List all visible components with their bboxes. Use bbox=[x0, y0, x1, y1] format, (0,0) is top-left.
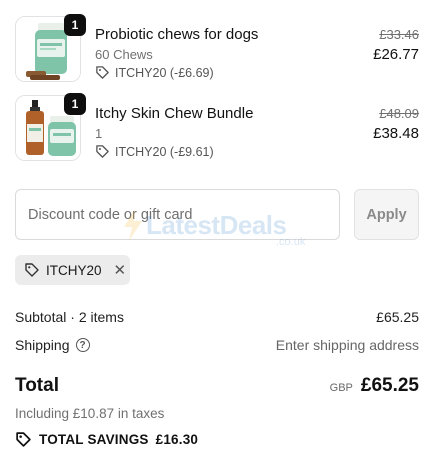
shipping-value: Enter shipping address bbox=[275, 337, 419, 353]
savings-label: TOTAL SAVINGS bbox=[39, 432, 149, 447]
applied-code-text: ITCHY20 bbox=[46, 262, 102, 278]
final-price: £26.77 bbox=[373, 46, 419, 63]
currency-code: GBP bbox=[329, 382, 353, 394]
quantity-badge: 1 bbox=[64, 14, 86, 36]
product-name: Probiotic chews for dogs bbox=[95, 26, 259, 43]
total-value: £65.25 bbox=[360, 375, 419, 396]
subtotal-value: £65.25 bbox=[376, 309, 419, 325]
product-name: Itchy Skin Chew Bundle bbox=[95, 105, 254, 122]
line-item: 1 Probiotic chews for dogs 60 Chews ITCH… bbox=[0, 14, 432, 86]
line-item: 1 Itchy Skin Chew Bundle 1 ITCHY20 (-£9.… bbox=[0, 93, 432, 165]
tag-icon bbox=[24, 262, 40, 278]
tag-icon bbox=[96, 66, 109, 79]
total-label: Total bbox=[15, 375, 59, 396]
total-savings: TOTAL SAVINGS £16.30 bbox=[15, 431, 198, 448]
subtotal-label: Subtotal · 2 items bbox=[15, 309, 124, 325]
shipping-label: Shipping bbox=[15, 337, 70, 353]
savings-tag-icon bbox=[16, 432, 31, 447]
watermark-sub: .co.uk bbox=[276, 236, 306, 248]
apply-button[interactable]: Apply bbox=[354, 189, 419, 240]
quantity-badge: 1 bbox=[64, 93, 86, 115]
item-discount-text: ITCHY20 (-£9.61) bbox=[115, 144, 214, 159]
total-row: Total GBP £65.25 bbox=[15, 375, 419, 397]
taxes-note: Including £10.87 in taxes bbox=[15, 406, 165, 421]
final-price: £38.48 bbox=[373, 125, 419, 142]
applied-code-chip: ITCHY20 ✕ bbox=[15, 255, 130, 285]
product-variant: 1 bbox=[95, 126, 103, 141]
total-amount-group: GBP £65.25 bbox=[330, 375, 419, 397]
item-discount-text: ITCHY20 (-£6.69) bbox=[115, 65, 214, 80]
tag-icon bbox=[96, 145, 109, 158]
item-discount: ITCHY20 (-£9.61) bbox=[95, 144, 214, 159]
savings-value: £16.30 bbox=[155, 432, 199, 447]
shipping-label-group: Shipping ? bbox=[15, 337, 90, 353]
item-discount: ITCHY20 (-£6.69) bbox=[95, 65, 214, 80]
product-variant: 60 Chews bbox=[95, 47, 153, 62]
discount-code-input[interactable] bbox=[15, 189, 340, 240]
info-icon[interactable]: ? bbox=[75, 338, 90, 352]
original-price: £48.09 bbox=[379, 106, 419, 121]
shipping-row: Shipping ? Enter shipping address bbox=[15, 337, 419, 353]
original-price: £33.46 bbox=[379, 27, 419, 42]
subtotal-row: Subtotal · 2 items £65.25 bbox=[15, 309, 419, 325]
remove-code-icon[interactable]: ✕ bbox=[114, 261, 127, 279]
